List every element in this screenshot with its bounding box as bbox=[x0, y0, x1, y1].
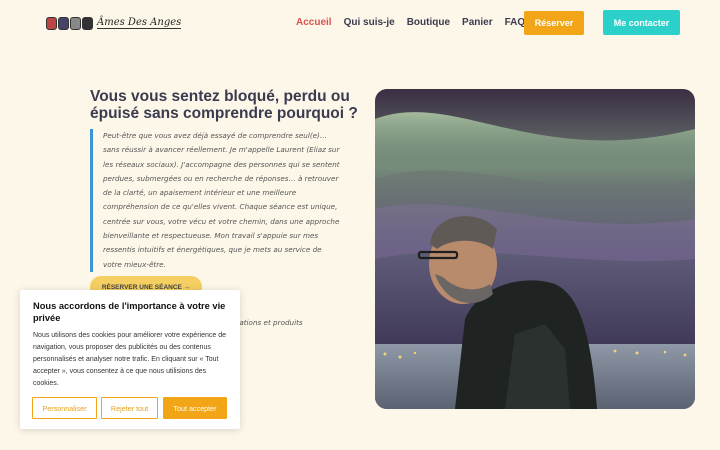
aurora-portrait-image bbox=[375, 89, 695, 409]
nav-item-boutique[interactable]: Boutique bbox=[407, 17, 450, 28]
logo-icon bbox=[46, 16, 93, 30]
hero-photo bbox=[375, 89, 695, 409]
cookie-text: Nous utilisons des cookies pour améliore… bbox=[33, 332, 226, 387]
customize-cookies-button[interactable]: Personnaliser bbox=[32, 397, 97, 419]
nav-item-panier[interactable]: Panier bbox=[462, 17, 493, 28]
hero-title: Vous vous sentez bloqué, perdu ou épuisé… bbox=[90, 88, 358, 122]
reject-all-button[interactable]: Rejeter tout bbox=[101, 397, 158, 419]
accept-all-button[interactable]: Tout accepter bbox=[163, 397, 227, 419]
reserve-button[interactable]: Réserver bbox=[524, 11, 584, 35]
logo[interactable]: Âmes Des Anges bbox=[46, 12, 182, 34]
cookie-banner: Nous accordons de l'importance à votre v… bbox=[20, 290, 240, 429]
nav-item-qui-suis-je[interactable]: Qui suis-je bbox=[344, 17, 395, 28]
main-nav: Accueil Qui suis-je Boutique Panier FAQ bbox=[296, 17, 525, 28]
hero-quote-text: Peut-être que vous avez déjà essayé de c… bbox=[103, 131, 340, 269]
nav-item-accueil[interactable]: Accueil bbox=[296, 17, 332, 28]
nav-item-faq[interactable]: FAQ bbox=[505, 17, 526, 28]
logo-text: Âmes Des Anges bbox=[97, 17, 182, 29]
cookie-title: Nous accordons de l'importance à votre v… bbox=[33, 301, 226, 323]
contact-button[interactable]: Me contacter bbox=[603, 10, 680, 35]
hero-quote: Peut-être que vous avez déjà essayé de c… bbox=[90, 129, 342, 272]
site-header: Âmes Des Anges Accueil Qui suis-je Bouti… bbox=[0, 0, 720, 48]
